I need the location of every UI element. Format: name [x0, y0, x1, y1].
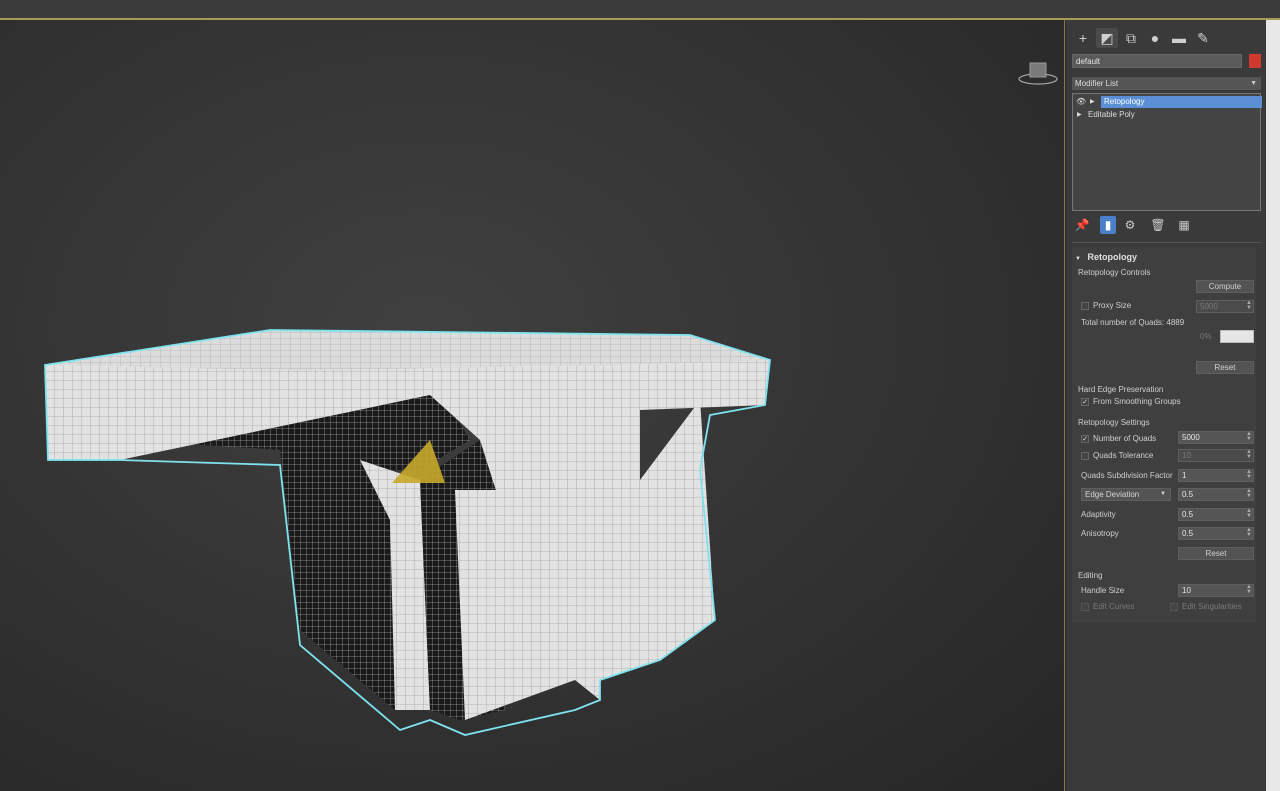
- number-of-quads-spinner[interactable]: 5000 ▲ ▼: [1178, 431, 1254, 444]
- display-tab-icon[interactable]: ▬: [1168, 28, 1190, 48]
- proxy-size-label: Proxy Size: [1093, 301, 1132, 310]
- hierarchy-tab-icon[interactable]: ⧉: [1120, 28, 1142, 48]
- panel-scrollbar[interactable]: [1262, 20, 1280, 791]
- rollout-header[interactable]: ▼ Retopology: [1072, 250, 1256, 264]
- stack-item-editable-poly[interactable]: ▶ Editable Poly: [1073, 109, 1260, 121]
- progress-bar: [1220, 330, 1254, 343]
- adaptivity-spinner[interactable]: 0.5 ▲ ▼: [1178, 508, 1254, 521]
- number-of-quads-checkbox[interactable]: ✓: [1081, 435, 1089, 443]
- proxy-size-spinner[interactable]: 5000 ▲ ▼: [1196, 300, 1254, 313]
- handle-size-spinner[interactable]: 10 ▲ ▼: [1178, 584, 1254, 597]
- chevron-down-icon: ▼: [1250, 80, 1257, 87]
- make-unique-icon[interactable]: ⚙: [1122, 216, 1138, 234]
- handle-size-label: Handle Size: [1081, 586, 1125, 595]
- show-end-result-icon[interactable]: ▮: [1100, 216, 1116, 234]
- stack-item-label: Editable Poly: [1088, 110, 1135, 119]
- edit-singularities-label: Edit Singularities: [1182, 602, 1242, 611]
- pin-stack-icon[interactable]: 📌: [1074, 216, 1090, 234]
- trash-icon[interactable]: 🗑: [1150, 216, 1166, 234]
- retopology-controls-label: Retopology Controls: [1078, 268, 1151, 277]
- reset-button[interactable]: Reset: [1196, 361, 1254, 374]
- stack-toolbar: 📌 ▮ ⚙ 🗑 ▦: [1072, 216, 1261, 236]
- edit-curves-label: Edit Curves: [1093, 602, 1135, 611]
- eye-icon[interactable]: 👁: [1076, 96, 1086, 108]
- quads-tolerance-label: Quads Tolerance: [1093, 451, 1154, 460]
- expand-arrow-icon[interactable]: ▶: [1090, 96, 1095, 108]
- total-quads-readout: Total number of Quads: 4889: [1081, 318, 1185, 327]
- mesh-view[interactable]: [0, 20, 1064, 791]
- divider: [1072, 242, 1261, 243]
- edit-curves-checkbox[interactable]: [1081, 603, 1089, 611]
- retopology-rollout: ▼ Retopology Retopology Controls Compute…: [1072, 248, 1256, 623]
- command-panel: + ◩ ⧉ ● ▬ ✎ default Modifier List ▼ 👁 ▶ …: [1066, 20, 1262, 791]
- object-color-swatch[interactable]: [1249, 54, 1261, 68]
- anisotropy-label: Anisotropy: [1081, 529, 1119, 538]
- collapse-arrow-icon: ▼: [1075, 256, 1081, 262]
- number-of-quads-label: Number of Quads: [1093, 434, 1157, 443]
- expand-arrow-icon[interactable]: ▶: [1077, 109, 1082, 121]
- viewport-3d[interactable]: [0, 20, 1065, 791]
- utilities-tab-icon[interactable]: ✎: [1192, 28, 1214, 48]
- title-bar: [0, 0, 1280, 20]
- quads-tolerance-checkbox[interactable]: [1081, 452, 1089, 460]
- motion-tab-icon[interactable]: ●: [1144, 28, 1166, 48]
- panel-tabs: + ◩ ⧉ ● ▬ ✎: [1066, 28, 1262, 50]
- modify-tab-icon[interactable]: ◩: [1096, 28, 1118, 48]
- editing-label: Editing: [1078, 571, 1103, 580]
- from-smoothing-label: From Smoothing Groups: [1093, 397, 1181, 406]
- settings-reset-button[interactable]: Reset: [1178, 547, 1254, 560]
- retopology-settings-label: Retopology Settings: [1078, 418, 1150, 427]
- quads-subdivision-label: Quads Subdivision Factor: [1081, 471, 1173, 480]
- from-smoothing-checkbox[interactable]: ✓: [1081, 398, 1089, 406]
- anisotropy-spinner[interactable]: 0.5 ▲ ▼: [1178, 527, 1254, 540]
- edge-deviation-spinner[interactable]: 0.5 ▲ ▼: [1178, 488, 1254, 501]
- proxy-size-checkbox[interactable]: [1081, 302, 1089, 310]
- compute-button[interactable]: Compute: [1196, 280, 1254, 293]
- object-name-field[interactable]: default: [1072, 54, 1242, 68]
- adaptivity-label: Adaptivity: [1081, 510, 1116, 519]
- modifier-stack[interactable]: 👁 ▶ Retopology ▶ Editable Poly: [1072, 93, 1262, 211]
- chevron-down-icon: ▼: [1160, 491, 1166, 497]
- quads-subdivision-spinner[interactable]: 1 ▲ ▼: [1178, 469, 1254, 482]
- quads-tolerance-spinner[interactable]: 10 ▲ ▼: [1178, 449, 1254, 462]
- rollout-title: Retopology: [1087, 252, 1137, 262]
- configure-sets-icon[interactable]: ▦: [1176, 216, 1192, 234]
- modifier-list-label: Modifier List: [1075, 79, 1119, 88]
- create-tab-icon[interactable]: +: [1072, 28, 1094, 48]
- edge-deviation-label: Edge Deviation: [1085, 490, 1140, 499]
- viewcube-icon[interactable]: [1016, 60, 1060, 86]
- modifier-list-dropdown[interactable]: Modifier List ▼: [1072, 77, 1261, 90]
- hard-edge-label: Hard Edge Preservation: [1078, 385, 1164, 394]
- edge-deviation-dropdown[interactable]: Edge Deviation ▼: [1081, 488, 1171, 501]
- edit-singularities-checkbox[interactable]: [1170, 603, 1178, 611]
- progress-percent: 0%: [1200, 332, 1212, 341]
- stack-item-retopology[interactable]: 👁 ▶ Retopology: [1073, 96, 1262, 108]
- stack-item-label: Retopology: [1101, 96, 1262, 108]
